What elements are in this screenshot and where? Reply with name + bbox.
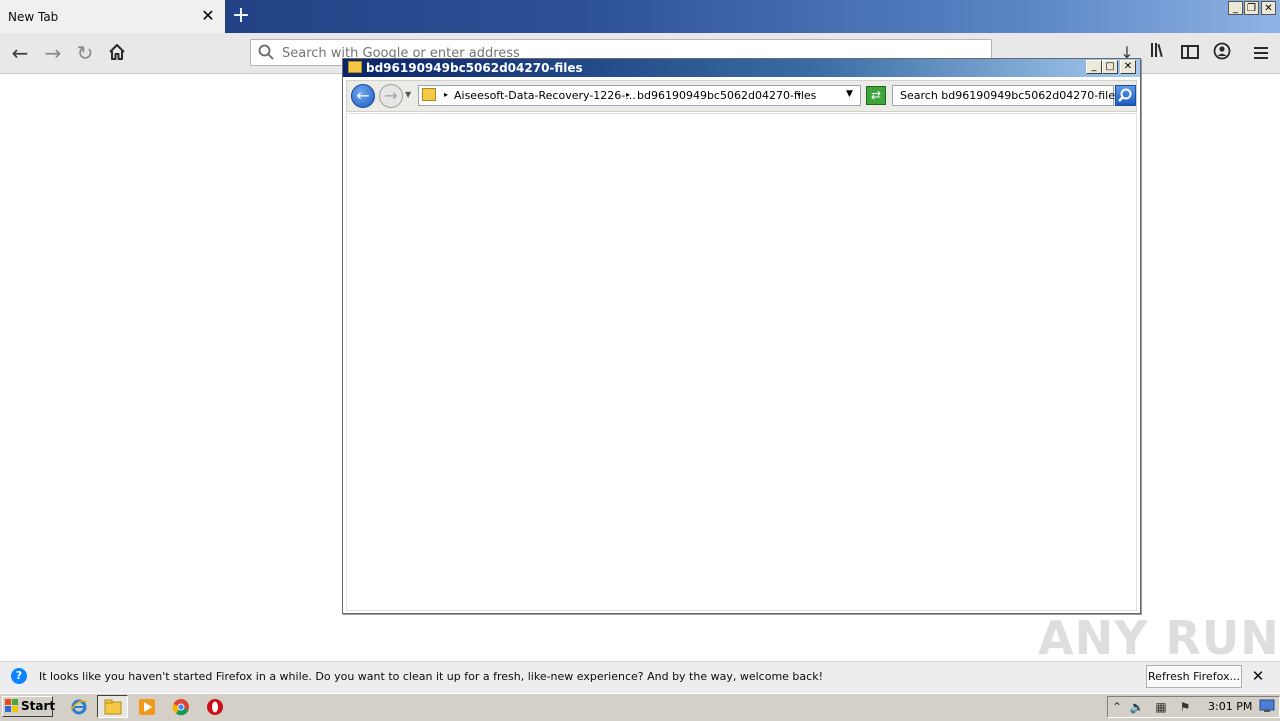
breadcrumb-chevron-icon[interactable]: ▸: [444, 90, 448, 99]
recent-pages-chevron-icon[interactable]: ▼: [405, 90, 411, 99]
firefox-close-button[interactable]: ✕: [1261, 1, 1276, 15]
tab-close-icon[interactable]: ✕: [199, 7, 217, 25]
notification-text: It looks like you haven't started Firefo…: [39, 670, 823, 683]
explorer-close-button[interactable]: ✕: [1120, 60, 1136, 74]
network-icon[interactable]: ▦: [1153, 699, 1169, 715]
breadcrumb-chevron-icon[interactable]: ▸: [626, 90, 630, 99]
question-icon: ?: [11, 668, 27, 684]
explorer-search-icon[interactable]: [1115, 85, 1136, 106]
reload-icon[interactable]: ↻: [73, 42, 97, 64]
firefox-minimize-button[interactable]: _: [1228, 1, 1243, 15]
sidebar-icon[interactable]: [1178, 42, 1202, 64]
clock[interactable]: 3:01 PM: [1208, 700, 1252, 713]
ie-icon[interactable]: [70, 698, 88, 716]
breadcrumb-item[interactable]: Aiseesoft-Data-Recovery-1226-...: [454, 89, 636, 102]
opera-icon[interactable]: [206, 698, 224, 716]
explorer-icon: [104, 698, 122, 716]
breadcrumb-chevron-icon[interactable]: ▾: [797, 90, 801, 99]
tray-expand-icon[interactable]: ⌃: [1109, 699, 1125, 715]
back-arrow-icon[interactable]: ←: [8, 42, 32, 64]
start-label: Start: [21, 699, 56, 713]
explorer-forward-icon[interactable]: →: [379, 84, 403, 108]
tab-title: New Tab: [8, 10, 59, 24]
notification-close-icon[interactable]: ✕: [1249, 667, 1267, 685]
address-dropdown-icon[interactable]: ▼: [846, 89, 853, 99]
folder-icon: [348, 61, 362, 73]
explorer-title: bd96190949bc5062d04270-files: [366, 61, 583, 75]
firefox-restore-button[interactable]: ❐: [1244, 1, 1259, 15]
address-folder-icon: [422, 88, 436, 101]
refresh-firefox-button[interactable]: Refresh Firefox...: [1146, 665, 1242, 688]
forward-arrow-icon[interactable]: →: [41, 42, 65, 64]
volume-icon[interactable]: 🔈: [1129, 699, 1145, 715]
chrome-icon[interactable]: [172, 698, 190, 716]
anyrun-watermark: ANY RUN: [1038, 611, 1280, 665]
explorer-search-placeholder: Search bd96190949bc5062d04270-files: [900, 89, 1121, 102]
new-tab-button[interactable]: +: [230, 5, 252, 27]
home-icon[interactable]: [105, 42, 129, 64]
search-icon: [258, 44, 274, 60]
refresh-icon[interactable]: ⇄: [866, 86, 886, 105]
show-desktop-icon[interactable]: [1259, 699, 1275, 715]
windows-logo-icon: [5, 699, 19, 713]
account-icon[interactable]: [1210, 42, 1234, 64]
menu-icon[interactable]: [1249, 42, 1273, 64]
media-player-icon[interactable]: [138, 698, 156, 716]
explorer-minimize-button[interactable]: _: [1086, 60, 1102, 74]
taskbar: [0, 693, 1280, 721]
breadcrumb-item[interactable]: bd96190949bc5062d04270-files: [637, 89, 816, 102]
explorer-maximize-button[interactable]: □: [1102, 60, 1118, 74]
explorer-back-icon[interactable]: ←: [351, 84, 375, 108]
flag-icon[interactable]: ⚑: [1177, 699, 1193, 715]
explorer-content-pane[interactable]: [346, 113, 1137, 611]
library-icon[interactable]: [1147, 42, 1171, 64]
